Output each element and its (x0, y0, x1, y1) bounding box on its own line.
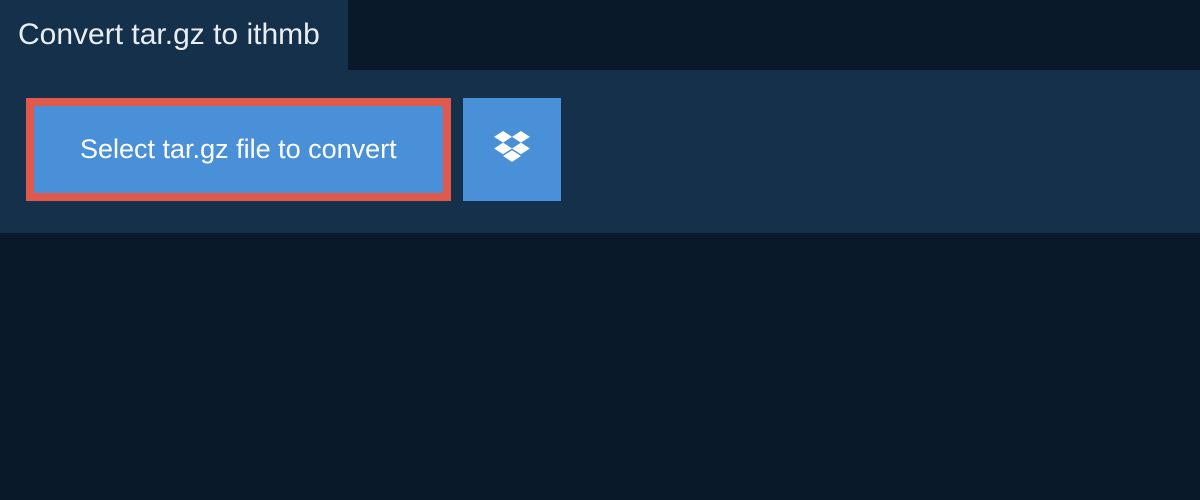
button-row: Select tar.gz file to convert (26, 98, 1174, 201)
select-file-label: Select tar.gz file to convert (80, 134, 397, 165)
select-file-button[interactable]: Select tar.gz file to convert (34, 106, 443, 193)
page-title: Convert tar.gz to ithmb (18, 18, 320, 52)
select-file-highlight: Select tar.gz file to convert (26, 98, 451, 201)
header-tab: Convert tar.gz to ithmb (0, 0, 348, 70)
dropbox-button[interactable] (463, 98, 561, 201)
dropbox-icon (494, 131, 530, 168)
content-panel: Select tar.gz file to convert (0, 70, 1200, 233)
